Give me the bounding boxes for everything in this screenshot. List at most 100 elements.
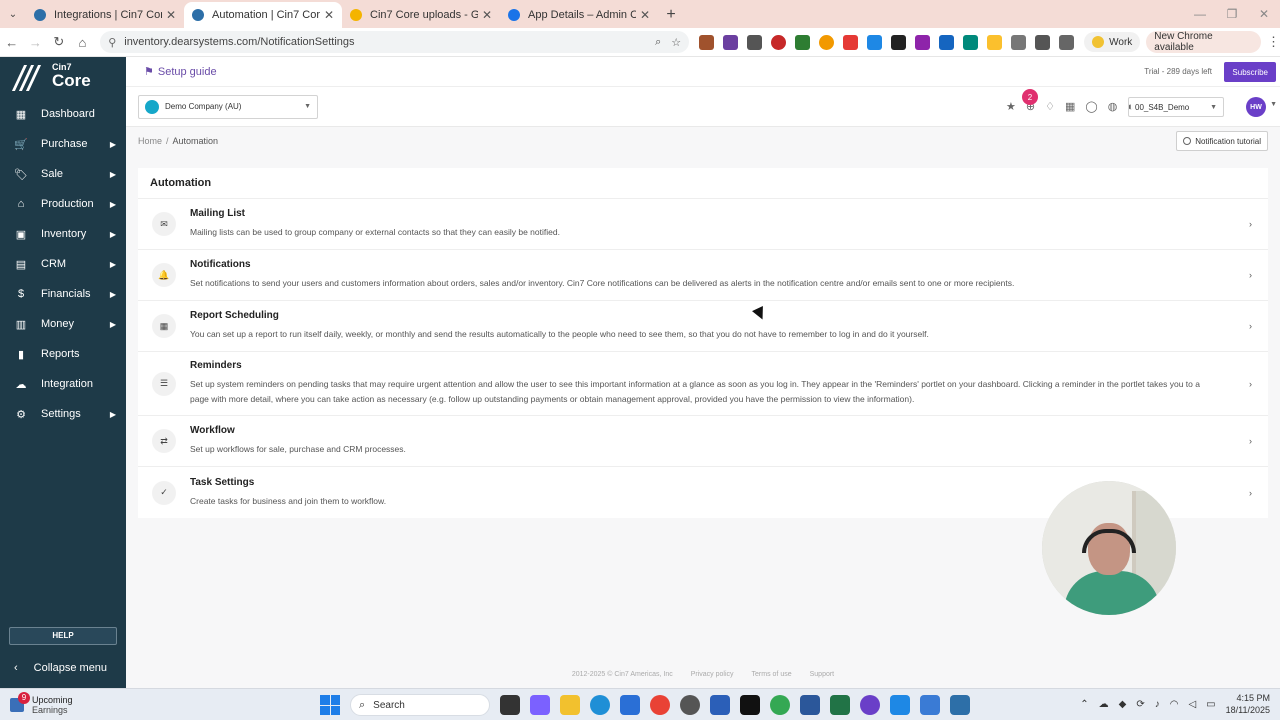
close-tab-icon[interactable]: ✕ <box>166 8 176 22</box>
sidebar-item-dashboard[interactable]: ▦ Dashboard <box>0 99 126 129</box>
browser-tab[interactable]: Cin7 Core uploads - Google Dr ✕ <box>342 2 500 28</box>
wifi-icon[interactable]: ◠ <box>1170 699 1179 710</box>
bookmark-star-icon[interactable]: ☆ <box>671 36 681 49</box>
settings-app-icon[interactable] <box>710 695 730 715</box>
automation-row-reminders[interactable]: ☰ Reminders Set up system reminders on p… <box>138 352 1268 416</box>
help-button[interactable]: HELP <box>9 627 117 645</box>
user-select[interactable]: 00_S4B_Demo ▼ <box>1128 97 1224 117</box>
close-tab-icon[interactable]: ✕ <box>482 8 492 22</box>
reading-list-icon[interactable] <box>1059 34 1075 50</box>
extension-icon[interactable] <box>819 34 835 50</box>
automation-row-workflow[interactable]: ⇄ Workflow Set up workflows for sale, pu… <box>138 416 1268 467</box>
extension-icon[interactable] <box>891 34 907 50</box>
sidebar-item-financials[interactable]: $ Financials ▶ <box>0 279 126 309</box>
extension-icon[interactable] <box>939 34 955 50</box>
chevron-down-icon[interactable]: ▼ <box>1270 101 1277 108</box>
chrome-icon[interactable] <box>650 695 670 715</box>
clock-app-icon[interactable] <box>680 695 700 715</box>
browser-tab[interactable]: App Details – Admin Console ✕ <box>500 2 658 28</box>
download-icon[interactable] <box>1035 34 1051 50</box>
microphone-icon[interactable]: ♪ <box>1155 699 1160 710</box>
battery-icon[interactable]: ▭ <box>1206 699 1215 710</box>
sidebar-item-crm[interactable]: ▤ CRM ▶ <box>0 249 126 279</box>
extension-icon[interactable] <box>867 34 883 50</box>
sidebar-item-production[interactable]: ⌂ Production ▶ <box>0 189 126 219</box>
extension-icon[interactable] <box>963 34 979 50</box>
extension-icon[interactable] <box>747 34 763 50</box>
reload-icon[interactable]: ↻ <box>47 34 71 50</box>
widgets-button[interactable]: 9 Upcoming Earnings <box>0 691 200 715</box>
volume-icon[interactable]: ◁ <box>1188 699 1196 710</box>
back-icon[interactable]: ← <box>0 35 24 50</box>
app-icon[interactable] <box>950 695 970 715</box>
app-icon[interactable] <box>740 695 760 715</box>
clock[interactable]: 4:15 PM 18/11/2025 <box>1226 692 1270 716</box>
edge-icon[interactable] <box>590 695 610 715</box>
breadcrumb-home[interactable]: Home <box>138 136 162 146</box>
extension-icon[interactable] <box>987 34 1003 50</box>
profile-button[interactable]: Work <box>1084 32 1141 52</box>
extensions-puzzle-icon[interactable] <box>1011 34 1027 50</box>
extension-icon[interactable] <box>723 34 739 50</box>
zoom-icon[interactable]: ⌕ <box>655 36 661 49</box>
new-tab-button[interactable]: + <box>658 2 684 28</box>
support-link[interactable]: Support <box>810 671 835 678</box>
terms-link[interactable]: Terms of use <box>752 671 792 678</box>
privacy-link[interactable]: Privacy policy <box>691 671 734 678</box>
calculator-icon[interactable] <box>920 695 940 715</box>
close-tab-icon[interactable]: ✕ <box>324 8 334 22</box>
taskbar-search[interactable]: ⌕ Search <box>350 694 490 716</box>
address-bar[interactable]: ⚲ inventory.dearsystems.com/Notification… <box>100 31 690 53</box>
cin7-logo[interactable]: Cin7 Core <box>0 57 126 95</box>
task-view-icon[interactable] <box>500 695 520 715</box>
home-icon[interactable]: ⌂ <box>71 35 95 50</box>
calendar-icon[interactable]: ▦ <box>1065 100 1075 113</box>
chat-icon[interactable]: ◯ <box>1085 100 1097 113</box>
restore-icon[interactable]: ❐ <box>1216 0 1248 28</box>
close-window-icon[interactable]: ✕ <box>1248 0 1280 28</box>
windows-start-icon[interactable] <box>320 695 340 715</box>
extension-icon[interactable] <box>795 34 811 50</box>
sidebar-item-money[interactable]: ▥ Money ▶ <box>0 309 126 339</box>
dropbox-icon[interactable]: ◆ <box>1119 699 1127 710</box>
minimize-icon[interactable]: — <box>1184 0 1216 28</box>
extension-icon[interactable] <box>699 34 715 50</box>
extension-icon[interactable] <box>915 34 931 50</box>
site-info-icon[interactable]: ⚲ <box>108 36 116 49</box>
extension-icon[interactable] <box>843 34 859 50</box>
chrome-update-button[interactable]: New Chrome available <box>1146 31 1261 53</box>
file-explorer-icon[interactable] <box>560 695 580 715</box>
tray-overflow-icon[interactable]: ⌃ <box>1080 699 1088 710</box>
notifications-bell-icon[interactable]: ♢ <box>1045 100 1055 113</box>
cloud-icon[interactable]: ☁ <box>1099 699 1109 710</box>
notification-tutorial-button[interactable]: Notification tutorial <box>1176 131 1268 151</box>
forward-icon[interactable]: → <box>24 35 48 50</box>
browser-tab[interactable]: Integrations | Cin7 Core ✕ <box>26 2 184 28</box>
chrome-menu-icon[interactable]: ⋮ <box>1267 34 1280 50</box>
close-tab-icon[interactable]: ✕ <box>640 8 650 22</box>
avatar[interactable]: HW <box>1246 97 1266 117</box>
setup-guide-link[interactable]: ⚑ Setup guide <box>144 65 217 79</box>
store-icon[interactable] <box>620 695 640 715</box>
sync-icon[interactable]: ⟳ <box>1136 699 1144 710</box>
sidebar-item-settings[interactable]: ⚙ Settings ▶ <box>0 399 126 429</box>
sidebar-item-reports[interactable]: ▮ Reports <box>0 339 126 369</box>
sidebar-item-sale[interactable]: 🏷 Sale ▶ <box>0 159 126 189</box>
subscribe-button[interactable]: Subscribe <box>1224 62 1276 82</box>
copilot-icon[interactable] <box>530 695 550 715</box>
automation-row-report-scheduling[interactable]: ▦ Report Scheduling You can set up a rep… <box>138 301 1268 352</box>
vscode-icon[interactable] <box>890 695 910 715</box>
tab-search-icon[interactable]: ⌄ <box>0 0 26 28</box>
word-icon[interactable] <box>800 695 820 715</box>
browser-tab-active[interactable]: Automation | Cin7 Core ✕ <box>184 2 342 28</box>
extension-icon[interactable] <box>771 34 787 50</box>
company-select[interactable]: Demo Company (AU) ▼ <box>138 94 318 119</box>
favorites-star-icon[interactable]: ★ <box>1006 100 1016 113</box>
sidebar-item-purchase[interactable]: 🛒 Purchase ▶ <box>0 129 126 159</box>
sidebar-item-inventory[interactable]: ▣ Inventory ▶ <box>0 219 126 249</box>
globe-icon[interactable]: ◍ <box>1108 100 1118 113</box>
obs-icon[interactable] <box>860 695 880 715</box>
chrome-profile-icon[interactable] <box>770 695 790 715</box>
automation-row-mailing-list[interactable]: ✉ Mailing List Mailing lists can be used… <box>138 199 1268 250</box>
automation-row-notifications[interactable]: 🔔 Notifications Set notifications to sen… <box>138 250 1268 301</box>
